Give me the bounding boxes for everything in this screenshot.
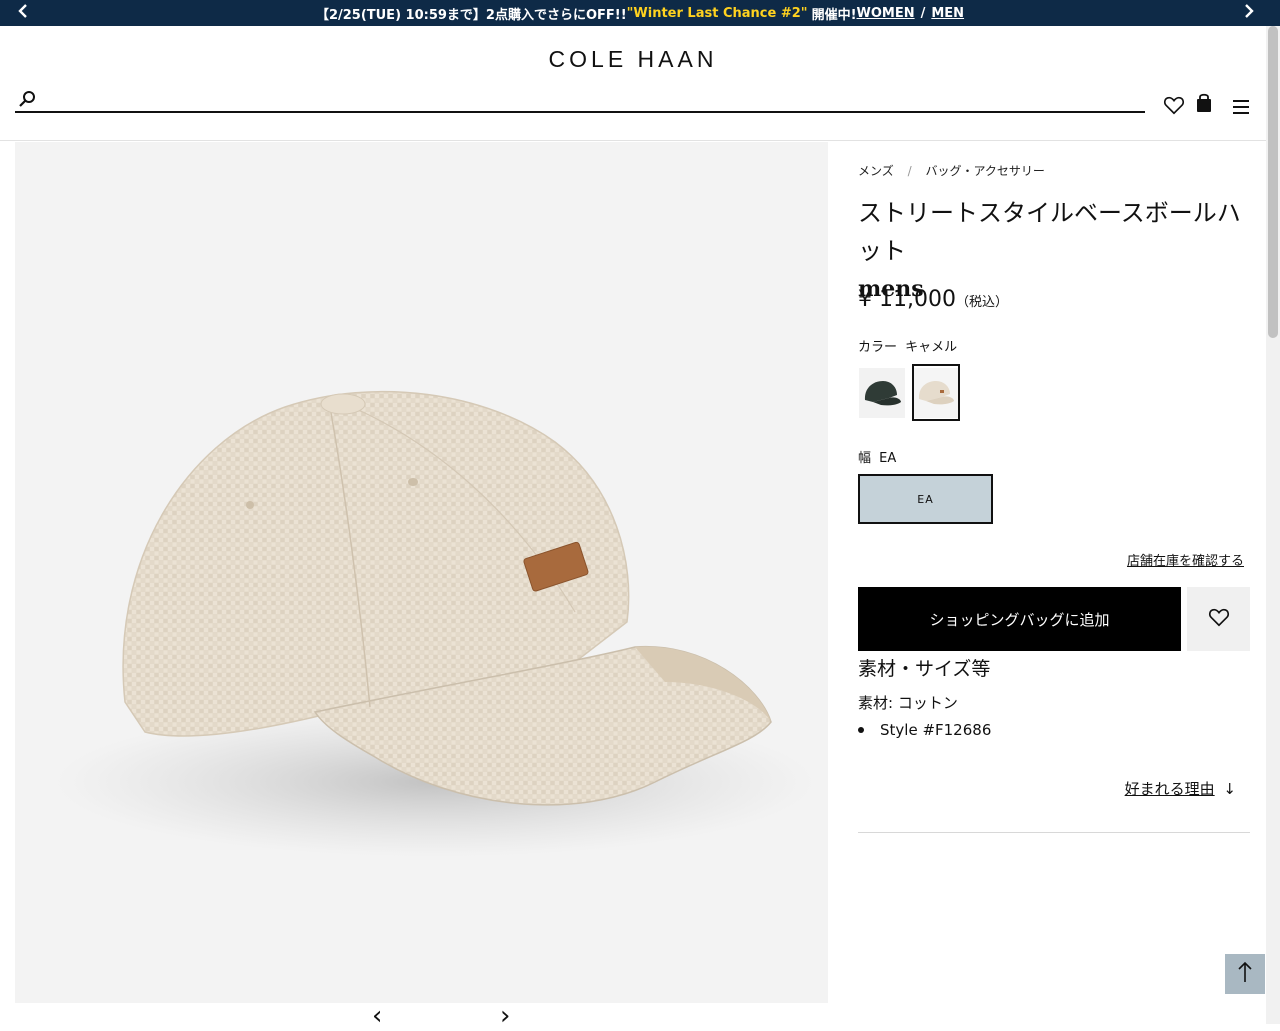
search-input[interactable] [45, 88, 1145, 111]
page-scrollbar[interactable] [1266, 26, 1280, 1024]
gallery-prev-icon[interactable]: ‹ [372, 1003, 382, 1029]
bullet-icon [858, 727, 864, 733]
swatch-camel[interactable] [912, 364, 960, 421]
search-icon[interactable] [17, 90, 37, 110]
style-number-item: Style #F12686 [858, 721, 991, 739]
chevron-left-icon[interactable] [14, 3, 34, 23]
promo-link-men[interactable]: MEN [931, 6, 964, 21]
price-value: ¥ 11,000 [858, 287, 956, 312]
color-label: カラー キャメル [858, 336, 957, 355]
search-bar [15, 88, 1145, 113]
breadcrumb-item-mens[interactable]: メンズ [858, 164, 894, 178]
promo-suffix: 開催中! [811, 7, 857, 23]
tax-note: （税込） [955, 295, 1008, 310]
breadcrumb-separator: / [907, 164, 912, 178]
chevron-right-icon[interactable] [1238, 3, 1258, 23]
promo-text: 【2/25(TUE) 10:59まで】2点購入でさらにOFF!! [315, 7, 627, 23]
width-value: EA [879, 451, 897, 466]
back-to-top-button[interactable] [1225, 954, 1265, 994]
product-image[interactable] [15, 142, 828, 1003]
breadcrumb-item-bags[interactable]: バッグ・アクセサリー [925, 164, 1044, 178]
section-divider [858, 832, 1250, 833]
width-option-ea[interactable]: EA [858, 474, 993, 524]
color-label-text: カラー [858, 340, 898, 355]
heart-icon[interactable] [1163, 94, 1185, 116]
shopping-bag-icon[interactable] [1194, 92, 1216, 114]
material-text: 素材: コットン [858, 694, 958, 712]
width-label: 幅 EA [858, 447, 896, 466]
color-value: キャメル [905, 340, 958, 355]
swatch-dark-green[interactable] [858, 364, 906, 421]
reasons-link[interactable]: 好まれる理由 ↓ [1125, 778, 1236, 799]
product-price: ¥ 11,000（税込） [858, 287, 1008, 312]
arrow-up-icon [1236, 960, 1254, 988]
width-label-text: 幅 [858, 451, 872, 466]
hamburger-menu-icon[interactable] [1231, 98, 1253, 120]
add-to-bag-button[interactable]: ショッピングバッグに追加 [858, 587, 1181, 651]
promo-link-women[interactable]: WOMEN [857, 6, 915, 21]
promo-banner: 【2/25(TUE) 10:59まで】2点購入でさらにOFF!! "Winter… [0, 0, 1280, 26]
wishlist-button[interactable] [1187, 587, 1250, 651]
style-number: Style #F12686 [880, 721, 992, 739]
gallery-next-icon[interactable]: › [500, 1003, 510, 1029]
store-stock-link[interactable]: 店舗在庫を確認する [1127, 550, 1244, 569]
promo-separator: / [920, 5, 926, 21]
materials-heading: 素材・サイズ等 [858, 658, 991, 680]
reasons-link-text: 好まれる理由 [1124, 780, 1215, 798]
site-header: COLE HAAN [0, 26, 1266, 141]
product-title-text: ストリートスタイルベースボールハット [858, 199, 1241, 265]
breadcrumb: メンズ / バッグ・アクセサリー [858, 162, 1045, 179]
promo-highlight: "Winter Last Chance #2" [626, 5, 808, 21]
brand-logo[interactable]: COLE HAAN [0, 46, 1266, 73]
cap-illustration [55, 390, 815, 857]
arrow-down-icon: ↓ [1223, 780, 1236, 798]
heart-icon [1208, 606, 1230, 632]
scrollbar-thumb[interactable] [1268, 26, 1278, 338]
